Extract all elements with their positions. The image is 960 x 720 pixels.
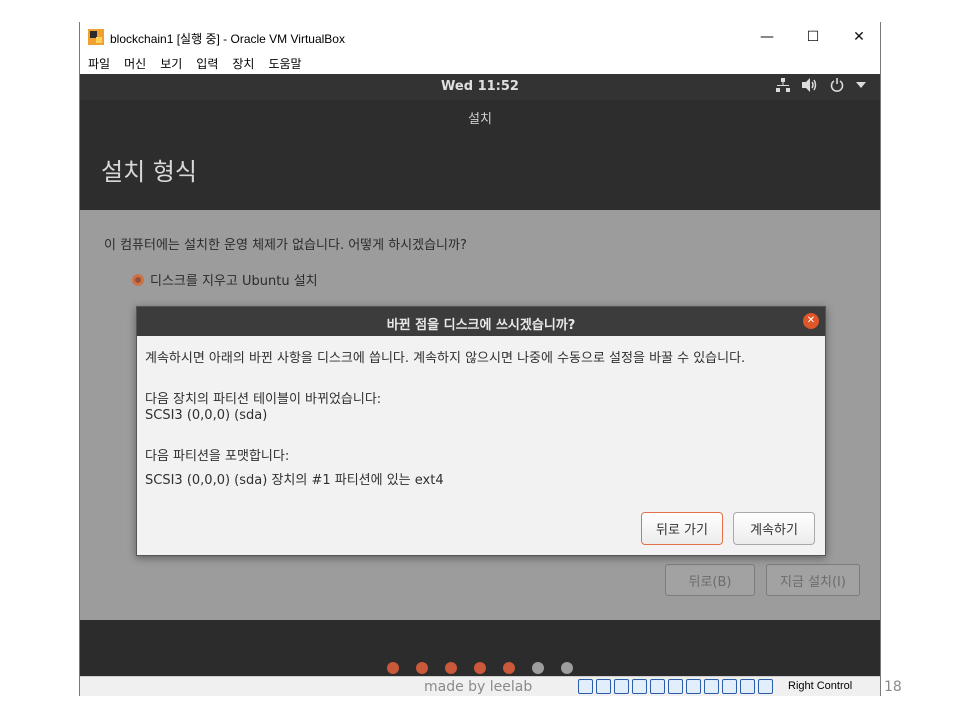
progress-dot [474,662,486,674]
chevron-down-icon[interactable] [856,82,866,88]
installer-header: 설치 설치 형식 [80,100,880,210]
progress-dot [561,662,573,674]
close-button[interactable]: ✕ [836,22,882,52]
continue-button[interactable]: 계속하기 [733,512,815,545]
menu-help[interactable]: 도움말 [268,55,301,72]
menu-devices[interactable]: 장치 [232,55,254,72]
progress-dot [416,662,428,674]
progress-dot [532,662,544,674]
dialog-title-bar: 바뀐 점을 디스크에 쓰시겠습니까? ✕ [137,307,825,336]
clock[interactable]: Wed 11:52 [80,79,880,94]
progress-dot [445,662,457,674]
ubuntu-top-bar: Wed 11:52 [80,74,880,100]
minimize-button[interactable]: — [744,22,790,52]
recording-icon[interactable] [704,679,719,694]
confirm-dialog: 바뀐 점을 디스크에 쓰시겠습니까? ✕ 계속하시면 아래의 바뀐 사항을 디스… [136,306,826,556]
install-now-button[interactable]: 지금 설치(I) [766,564,860,596]
virtualbox-window: blockchain1 [실행 중] - Oracle VM VirtualBo… [79,22,881,696]
maximize-button[interactable]: ☐ [790,22,836,52]
installer-caption: 설치 [468,112,492,127]
network-adapter-icon[interactable] [632,679,647,694]
menu-bar: 파일 머신 보기 입력 장치 도움말 [80,52,880,74]
progress-dot [387,662,399,674]
shared-folder-icon[interactable] [668,679,683,694]
install-option-erase-disk[interactable]: 디스크를 지우고 Ubuntu 설치 [132,270,318,289]
partition-table-heading: 다음 장치의 파티션 테이블이 바뀌었습니다: [145,392,382,407]
option-label: 디스크를 지우고 Ubuntu 설치 [150,274,318,289]
keyboard-icon[interactable] [758,679,773,694]
slide-page-number: 18 [884,679,902,695]
menu-machine[interactable]: 머신 [124,55,146,72]
menu-view[interactable]: 보기 [160,55,182,72]
window-title: blockchain1 [실행 중] - Oracle VM VirtualBo… [110,32,345,46]
partition-table-device: SCSI3 (0,0,0) (sda) [145,408,268,423]
go-back-button[interactable]: 뒤로 가기 [641,512,723,545]
usb-icon[interactable] [650,679,665,694]
menu-input[interactable]: 입력 [196,55,218,72]
device-status-icons [578,679,773,694]
display-icon[interactable] [686,679,701,694]
network-icon[interactable] [776,78,790,92]
format-heading: 다음 파티션을 포맷합니다: [145,449,290,464]
install-question: 이 컴퓨터에는 설치한 운영 체제가 없습니다. 어떻게 하시겠습니까? [104,238,467,253]
progress-dot [503,662,515,674]
dialog-title: 바뀐 점을 디스크에 쓰시겠습니까? [386,318,576,333]
power-icon[interactable] [830,78,844,92]
installer-footer [80,620,880,676]
host-key-label: Right Control [788,680,853,692]
installer-back-button[interactable]: 뒤로(B) [665,564,755,596]
system-tray[interactable] [776,78,866,92]
menu-file[interactable]: 파일 [88,55,110,72]
format-target: SCSI3 (0,0,0) (sda) 장치의 #1 파티션에 있는 ext4 [145,473,444,488]
installer-progress [387,662,573,674]
optical-drive-icon[interactable] [596,679,611,694]
dialog-intro: 계속하시면 아래의 바뀐 사항을 디스크에 씁니다. 계속하지 않으시면 나중에… [145,351,746,366]
audio-icon[interactable] [614,679,629,694]
hard-disk-icon[interactable] [578,679,593,694]
title-bar: blockchain1 [실행 중] - Oracle VM VirtualBo… [80,22,880,52]
guest-screen: Wed 11:52 설치 설치 형식 이 컴퓨터에는 설치한 운영 체제가 없습… [80,74,880,676]
slide-watermark: made by leelab [424,679,533,695]
dialog-close-icon[interactable]: ✕ [803,313,819,329]
radio-button[interactable] [132,273,144,286]
page-title: 설치 형식 [101,158,197,186]
vt-x-icon[interactable] [722,679,737,694]
mouse-integration-icon[interactable] [740,679,755,694]
volume-icon[interactable] [802,78,818,92]
virtualbox-app-icon [88,29,104,45]
